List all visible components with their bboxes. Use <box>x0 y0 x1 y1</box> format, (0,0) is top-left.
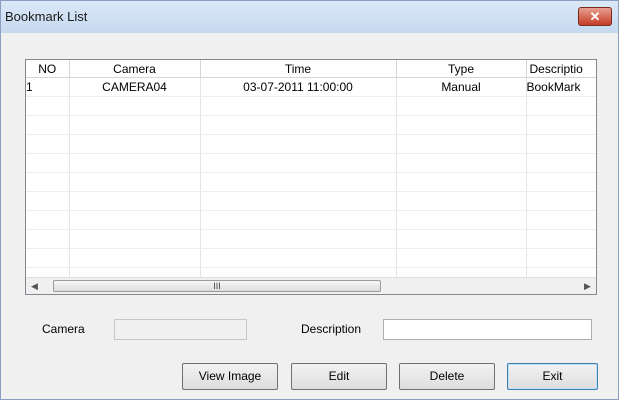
table-row[interactable] <box>26 153 596 173</box>
table-row[interactable]: 1 CAMERA04 03-07-2011 11:00:00 Manual BookMa… <box>26 77 596 97</box>
table-cell: 03-07-2011 11:00:00 <box>200 77 397 97</box>
table-cell <box>526 96 596 116</box>
table-cell <box>396 96 527 116</box>
table-cell <box>526 191 596 211</box>
table-cell <box>26 134 70 154</box>
table-cell <box>200 191 397 211</box>
table-cell <box>69 172 201 192</box>
close-button[interactable]: ✕ <box>578 7 612 26</box>
table-cell <box>69 96 201 116</box>
table-cell <box>26 210 70 230</box>
table-cell <box>526 210 596 230</box>
description-field[interactable] <box>383 319 592 340</box>
table-cell <box>26 172 70 192</box>
table-cell <box>26 229 70 249</box>
table-cell <box>526 115 596 135</box>
table-cell <box>396 134 527 154</box>
table-cell <box>200 153 397 173</box>
table-cell <box>200 172 397 192</box>
table-cell <box>200 96 397 116</box>
bookmark-table: NO Camera Time Type Descriptio 1 CAMERA04… <box>26 60 596 279</box>
title-bar[interactable]: Bookmark List ✕ <box>1 1 618 33</box>
table-cell <box>526 153 596 173</box>
table-cell <box>396 191 527 211</box>
table-cell: CAMERA04 <box>69 77 201 97</box>
table-cell <box>200 134 397 154</box>
table-cell <box>26 153 70 173</box>
table-cell <box>396 153 527 173</box>
table-cell <box>69 134 201 154</box>
exit-button[interactable]: Exit <box>507 363 598 390</box>
table-cell <box>26 115 70 135</box>
table-cell <box>69 229 201 249</box>
table-cell <box>69 210 201 230</box>
table-cell <box>396 115 527 135</box>
table-row[interactable] <box>26 96 596 116</box>
view-image-button[interactable]: View Image <box>182 363 278 390</box>
table-row[interactable] <box>26 229 596 249</box>
table-cell <box>26 191 70 211</box>
scroll-right-button[interactable]: ▶ <box>579 278 596 294</box>
column-header-camera[interactable]: Camera <box>69 60 201 78</box>
table-cell <box>26 248 70 268</box>
table-row[interactable] <box>26 115 596 135</box>
bookmark-list-dialog: Bookmark List ✕ NO Camera Time Type Desc… <box>0 0 619 400</box>
table-header-row: NO Camera Time Type Descriptio <box>26 60 596 78</box>
table-cell <box>69 248 201 268</box>
table-cell <box>526 248 596 268</box>
window-title: Bookmark List <box>5 9 88 24</box>
table-cell <box>526 229 596 249</box>
column-header-type[interactable]: Type <box>396 60 527 78</box>
edit-button[interactable]: Edit <box>291 363 387 390</box>
description-label: Description <box>301 322 362 336</box>
camera-label: Camera <box>42 322 85 336</box>
table-cell <box>200 248 397 268</box>
table-cell <box>396 172 527 192</box>
table-cell <box>200 229 397 249</box>
bookmark-list-view[interactable]: NO Camera Time Type Descriptio 1 CAMERA04… <box>25 59 597 295</box>
delete-button[interactable]: Delete <box>399 363 495 390</box>
table-cell <box>200 210 397 230</box>
table-cell <box>396 210 527 230</box>
scrollbar-thumb[interactable]: III <box>53 280 381 292</box>
table-cell <box>26 96 70 116</box>
horizontal-scrollbar[interactable]: ◀ III ▶ <box>26 277 596 294</box>
table-cell <box>396 248 527 268</box>
chevron-right-icon: ▶ <box>584 281 591 291</box>
table-row[interactable] <box>26 172 596 192</box>
table-cell <box>69 115 201 135</box>
table-cell <box>69 153 201 173</box>
column-header-time[interactable]: Time <box>200 60 397 78</box>
table-row[interactable] <box>26 191 596 211</box>
table-cell <box>200 115 397 135</box>
close-icon: ✕ <box>589 9 601 24</box>
table-row[interactable] <box>26 134 596 154</box>
table-row[interactable] <box>26 210 596 230</box>
camera-field <box>114 319 247 340</box>
table-cell <box>526 134 596 154</box>
column-header-no[interactable]: NO <box>26 60 70 78</box>
table-cell <box>526 172 596 192</box>
grip-icon: III <box>213 281 221 291</box>
chevron-left-icon: ◀ <box>31 281 38 291</box>
column-header-description[interactable]: Descriptio <box>526 60 596 78</box>
table-cell: 1 <box>26 77 70 97</box>
table-cell: BookMark <box>526 77 596 97</box>
table-cell <box>396 229 527 249</box>
table-cell <box>69 191 201 211</box>
table-cell: Manual <box>396 77 527 97</box>
scroll-left-button[interactable]: ◀ <box>26 278 43 294</box>
table-row[interactable] <box>26 248 596 268</box>
